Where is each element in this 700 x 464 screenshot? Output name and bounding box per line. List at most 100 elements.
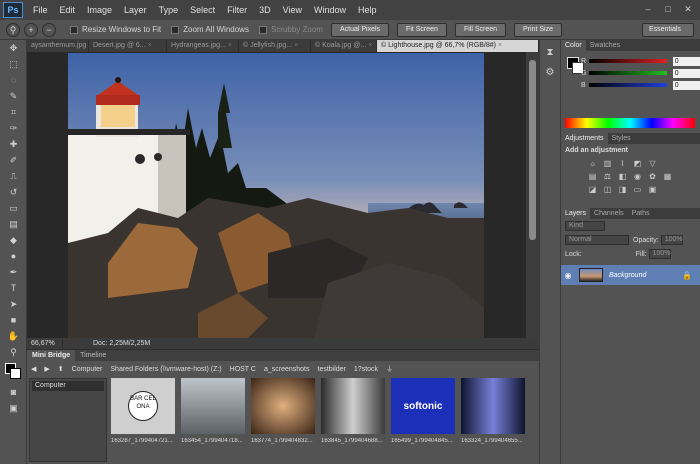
resize-windows-checkbox[interactable]: Resize Windows to Fit [70,25,161,34]
tab-chrysanthemum[interactable]: aysanthemum.jpg [27,40,89,52]
menu-filter[interactable]: Filter [221,5,253,15]
history-brush-tool-icon[interactable]: ↺ [0,184,27,200]
quick-select-tool-icon[interactable]: ✎ [0,88,27,104]
color-lookup-icon[interactable]: ▦ [662,172,673,181]
location-select[interactable]: Computer [32,381,104,391]
fit-screen-button[interactable]: Fit Screen [397,22,447,37]
back-icon[interactable]: ◀ [31,365,36,373]
levels-icon[interactable]: ▥ [602,159,613,168]
invert-icon[interactable]: ◪ [587,185,598,194]
menu-type[interactable]: Type [153,5,185,15]
properties-icon[interactable]: ⚙ [543,66,557,80]
scrubby-zoom-checkbox[interactable]: Scrubby Zoom [258,25,323,34]
maximize-button[interactable]: □ [660,3,676,16]
document-canvas[interactable] [27,52,526,338]
vibrance-icon[interactable]: ▽ [647,159,658,168]
breadcrumb-computer[interactable]: Computer [72,366,103,373]
tab-close-icon[interactable]: × [294,42,298,49]
blue-slider[interactable]: B 0 [581,79,700,91]
menu-window[interactable]: Window [308,5,352,15]
zoom-all-windows-checkbox[interactable]: Zoom All Windows [171,25,249,34]
selective-color-icon[interactable]: ▣ [647,185,658,194]
tab-desert[interactable]: Desert.jpg @ 6... × [89,40,167,52]
marquee-tool-icon[interactable]: ⬚ [0,56,27,72]
menu-3d[interactable]: 3D [253,5,277,15]
gradient-map-icon[interactable]: ▭ [632,185,643,194]
zoom-tool-icon[interactable]: ⚲ [0,344,27,360]
scrollbar-thumb[interactable] [529,60,536,240]
list-item[interactable]: softonic 165499_1799404845... [391,378,455,462]
workspace-select[interactable]: Essentials [642,23,694,37]
path-select-tool-icon[interactable]: ➤ [0,296,27,312]
color-swatches-icon[interactable] [0,360,27,384]
layer-kind-filter[interactable]: Kind [565,221,605,231]
actual-pixels-button[interactable]: Actual Pixels [330,22,390,37]
fill-field[interactable]: 100% [648,249,671,259]
menu-edit[interactable]: Edit [54,5,82,15]
stamp-tool-icon[interactable]: ⎍ [0,168,27,184]
list-item[interactable]: 163774_1799404832... [251,378,315,462]
brush-tool-icon[interactable]: ✐ [0,152,27,168]
tab-color[interactable]: Color [561,40,586,51]
tab-koala[interactable]: © Koala.jpg @... × [311,40,377,52]
screen-mode-icon[interactable]: ▣ [0,400,27,416]
tab-paths[interactable]: Paths [628,208,654,219]
tab-layers[interactable]: Layers [561,208,591,219]
menu-select[interactable]: Select [184,5,221,15]
quick-mask-icon[interactable]: ◙ [0,384,27,400]
list-item[interactable]: 163324_1799404655... [461,378,525,462]
tab-hydrangeas[interactable]: Hydrangeas.jpg... × [167,40,239,52]
photo-filter-icon[interactable]: ◉ [632,172,643,181]
zoom-tool-icon[interactable]: ⚲ [6,22,20,37]
tab-lighthouse[interactable]: © Lighthouse.jpg @ 66,7% (RGB/8#) × [377,40,539,52]
filter-icon[interactable]: ⏚ [386,364,393,374]
list-item[interactable]: BAR CEL ONA 163287_1799404721... [111,378,175,462]
zoom-in-icon[interactable]: + [24,22,38,37]
lighthouse-photo[interactable] [68,53,484,338]
black-white-icon[interactable]: ◧ [617,172,628,181]
tab-styles[interactable]: Styles [608,133,635,144]
list-item[interactable]: 163845_1799404688... [321,378,385,462]
breadcrumb-testbilder[interactable]: testbilder [318,366,346,373]
posterize-icon[interactable]: ◫ [602,185,613,194]
tab-swatches[interactable]: Swatches [586,40,624,51]
menu-view[interactable]: View [277,5,308,15]
list-item[interactable]: 163454_1799404718... [181,378,245,462]
threshold-icon[interactable]: ◨ [617,185,628,194]
menu-image[interactable]: Image [81,5,118,15]
forward-icon[interactable]: ▶ [44,365,49,373]
red-slider[interactable]: R 0 [581,55,700,67]
close-button[interactable]: ✕ [680,3,696,16]
tab-jellyfish[interactable]: © Jellyfish.jpg... × [239,40,311,52]
green-slider[interactable]: G 0 [581,67,700,79]
menu-file[interactable]: File [27,5,54,15]
eraser-tool-icon[interactable]: ▭ [0,200,27,216]
hue-saturation-icon[interactable]: ▤ [587,172,598,181]
document-info[interactable]: Doc: 2,25M/2,25M [93,340,150,347]
minimize-button[interactable]: – [640,3,656,16]
color-ramp[interactable] [565,118,695,128]
menu-layer[interactable]: Layer [118,5,153,15]
color-balance-icon[interactable]: ⚖ [602,172,613,181]
tab-adjustments[interactable]: Adjustments [561,133,608,144]
tab-timeline[interactable]: Timeline [75,350,111,361]
tab-close-icon[interactable]: × [368,42,372,49]
layer-row[interactable]: ◉ Background 🔒 [561,265,700,285]
healing-tool-icon[interactable]: ✚ [0,136,27,152]
breadcrumb-screenshots[interactable]: a_screenshots [264,366,310,373]
brightness-icon[interactable]: ☼ [587,159,598,168]
shape-tool-icon[interactable]: ■ [0,312,27,328]
opacity-field[interactable]: 100% [660,235,683,245]
tab-close-icon[interactable]: × [228,42,232,49]
blur-tool-icon[interactable]: ◆ [0,232,27,248]
history-icon[interactable]: ⧗ [543,46,557,60]
print-size-button[interactable]: Print Size [514,22,562,37]
dodge-tool-icon[interactable]: ● [0,248,27,264]
breadcrumb-stock[interactable]: 1?stock [354,366,378,373]
zoom-out-icon[interactable]: − [42,22,56,37]
lasso-tool-icon[interactable]: ◌ [0,72,27,88]
curves-icon[interactable]: ⌇ [617,159,628,168]
gradient-tool-icon[interactable]: ▤ [0,216,27,232]
pen-tool-icon[interactable]: ✒ [0,264,27,280]
channel-mixer-icon[interactable]: ✿ [647,172,658,181]
